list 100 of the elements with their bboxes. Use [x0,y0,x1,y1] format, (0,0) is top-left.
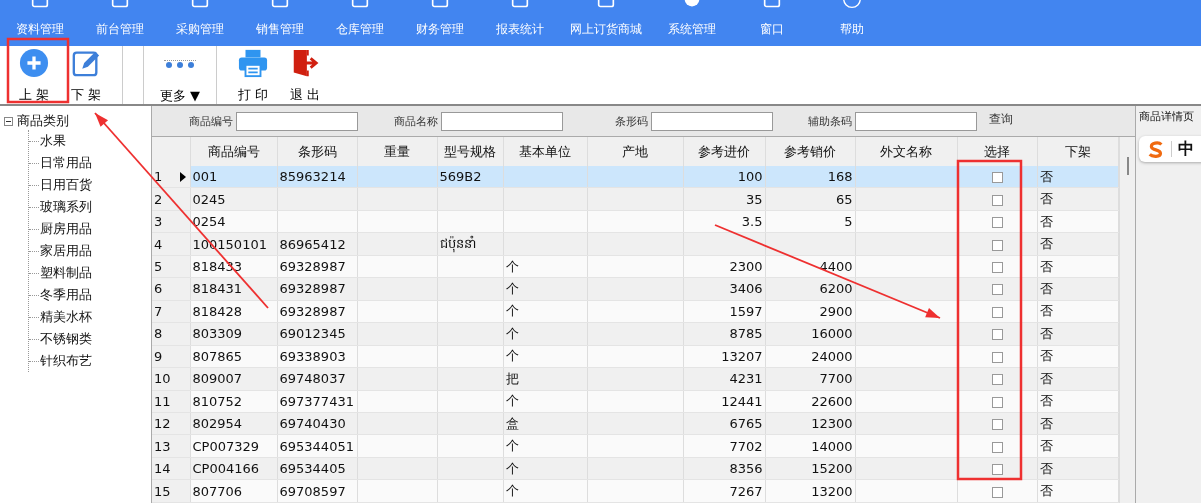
checkbox[interactable] [991,194,1003,206]
table-cell: 否 [1039,393,1053,409]
menu-item[interactable]: 网上订货商城 [560,0,652,46]
toolbar-button[interactable]: 打 印 [227,46,279,104]
checkbox[interactable] [991,351,1003,363]
table-row[interactable]: 12 802954 69740430 盒 6765 12300 否 [152,412,1118,435]
table-cell: 4400 [819,259,853,275]
checkbox[interactable] [991,486,1003,498]
menu-item[interactable]: 前台管理 [80,0,160,46]
tree-item[interactable]: 精美水杯 [40,308,92,326]
row-number: 14 [154,461,171,477]
checkbox[interactable] [991,239,1003,251]
row-number: 9 [154,348,163,364]
menu-item[interactable]: 销售管理 [240,0,320,46]
tree-item[interactable]: 冬季用品 [40,286,92,304]
table-cell: 13207 [721,348,763,364]
tree-item[interactable]: 商品类别 [17,112,69,130]
toolbar-button[interactable]: 更多 ▼ [154,46,206,104]
checkbox[interactable] [991,374,1003,386]
table-row[interactable]: 13 CP007329 695344051 个 7702 14000 否 [152,434,1118,458]
table-cell: 个 [505,460,519,476]
menu-item[interactable]: 采购管理 [160,0,240,46]
checkbox[interactable] [991,329,1003,341]
table-cell: 695344051 [279,438,354,454]
table-cell: 否 [1039,415,1053,431]
tree-item[interactable]: 家居用品 [40,242,92,260]
table-row[interactable]: 14 CP004166 69534405 个 8356 15200 否 [152,457,1118,480]
tree-item[interactable]: 日常用品 [40,154,92,172]
filter-field[interactable] [651,111,773,131]
table-cell: 818431 [192,281,243,297]
table-row[interactable]: 8 803309 69012345 个 8785 16000 否 [152,322,1118,346]
table-row[interactable]: 9 807865 69338903 个 13207 24000 否 [152,345,1118,368]
filter-field[interactable] [441,111,563,131]
table-cell: 69338903 [279,348,346,364]
tree-item[interactable]: 日用百货 [40,176,92,194]
column-header[interactable]: 参考进价 [683,137,765,166]
checkbox[interactable] [991,217,1003,229]
tree-item[interactable]: 塑料制品 [40,264,92,282]
toolbar-button[interactable]: 退 出 [279,46,331,104]
table-row[interactable]: 1 001 85963214 569B2 100 168 否 [152,166,1118,188]
table-row[interactable]: 2 0245 35 65 否 [152,187,1118,211]
collapse-toggle-icon[interactable] [4,116,13,126]
tree-item[interactable]: 水果 [40,132,66,150]
table-row[interactable]: 10 809007 69748037 把 4231 7700 否 [152,367,1118,391]
column-header[interactable]: 型号规格 [437,137,503,166]
checkbox[interactable] [991,262,1003,274]
tree-item[interactable]: 针织布艺 [40,352,92,370]
row-number: 5 [154,259,163,275]
checkbox[interactable] [991,441,1003,453]
checkbox[interactable] [991,464,1003,476]
menu-item[interactable]: 仓库管理 [320,0,400,46]
checkbox[interactable] [991,284,1003,296]
menu-item[interactable]: 资料管理 [0,0,80,46]
checkbox[interactable] [991,172,1003,184]
plus-circle-icon [18,48,50,78]
table-cell: 569B2 [439,169,482,185]
row-pointer-icon [180,172,186,182]
table-cell: 6765 [729,416,763,432]
column-header[interactable]: 基本单位 [503,137,587,166]
table-row[interactable]: 3 0254 3.5 5 否 [152,210,1118,233]
menu-item[interactable]: 财务管理 [400,0,480,46]
tree-item[interactable]: 玻璃系列 [40,198,92,216]
table-row[interactable]: 6 818431 69328987 个 3406 6200 否 [152,277,1118,301]
column-header[interactable]: 重量 [357,137,437,166]
table-row[interactable]: 11 810752 697377431 个 12441 22600 否 [152,390,1118,413]
column-header[interactable]: 商品编号 [190,137,277,166]
checkbox[interactable] [991,306,1003,318]
column-header[interactable]: 下架 [1037,137,1118,166]
toolbar-button[interactable]: 下 架 [60,46,112,104]
table-cell: 818428 [192,303,243,319]
table-row[interactable]: 7 818428 69328987 个 1597 2900 否 [152,300,1118,323]
filter-field[interactable] [236,111,358,131]
table-cell: 3.5 [741,214,763,230]
table-cell: 个 [505,438,519,454]
table-cell: 35 [745,191,763,207]
table-cell: 807865 [192,348,243,364]
checkbox[interactable] [991,396,1003,408]
tree-item[interactable]: 不锈钢类 [40,330,92,348]
column-header[interactable]: 外文名称 [855,137,957,166]
table-cell: 否 [1039,213,1053,229]
table-cell: 13200 [811,483,853,499]
input-method-bar[interactable]: 中 [1139,136,1201,162]
table-row[interactable]: 15 807706 69708597 个 7267 13200 否 [152,479,1118,503]
column-header[interactable]: 参考销价 [765,137,855,166]
menu-item[interactable]: 帮助 [812,0,892,46]
table-cell: 807706 [192,483,243,499]
checkbox[interactable] [991,419,1003,431]
tree-item[interactable]: 厨房用品 [40,220,92,238]
filter-field[interactable] [855,111,977,131]
query-button[interactable]: 查询 [989,110,1013,128]
column-header[interactable]: 选择 [957,137,1037,166]
menu-item[interactable]: 报表统计 [480,0,560,46]
toolbar-button[interactable]: 上 架 [8,46,60,104]
column-header[interactable]: 条形码 [277,137,357,166]
table-cell: 6200 [819,281,853,297]
menu-item[interactable]: 系统管理 [652,0,732,46]
table-cell: 69708597 [279,483,346,499]
table-cell: 否 [1039,281,1053,296]
menu-item[interactable]: 窗口 [732,0,812,46]
column-header[interactable]: 产地 [587,137,683,166]
